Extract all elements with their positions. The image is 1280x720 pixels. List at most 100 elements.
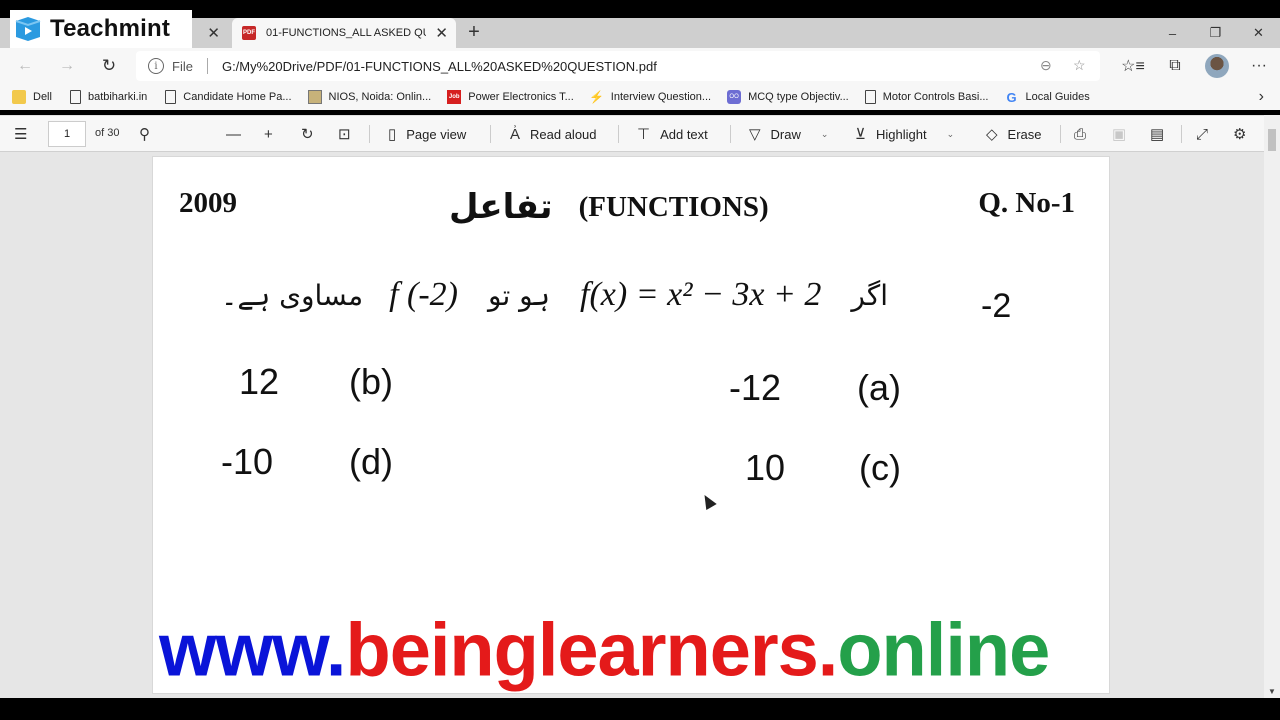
mcq-icon: OO [727,90,742,104]
tab-strip: ✕ PDF 01-FUNCTIONS_ALL ASKED QUESTION.pd… [0,18,1280,48]
chevron-right-icon[interactable]: › [1259,88,1264,106]
erase-button[interactable]: ◇ Erase [986,116,1042,152]
reload-button[interactable]: ↻ [96,54,122,78]
bookmark-label: Power Electronics T... [468,91,574,103]
highlight-button[interactable]: ⊻ Highlight ⌄ [855,116,954,152]
info-icon[interactable]: i [148,58,164,74]
page-number-input[interactable]: 1 [48,121,86,147]
divider [490,125,491,143]
minus-icon: — [226,125,241,143]
back-button[interactable]: ← [12,54,38,78]
collections-icon[interactable]: ⧉ [1154,48,1196,84]
fit-page-button[interactable]: ⊡ [338,116,361,152]
doc-year: 2009 [179,187,237,219]
title-urdu: تفاعل [449,187,553,227]
rotate-button[interactable]: ↻ [301,116,324,152]
read-aloud-button[interactable]: A͗ Read aloud [510,116,597,152]
zoom-in-button[interactable]: + [264,116,283,152]
question-urdu-start: اگر [851,278,888,312]
option-a-value: -12 [729,367,782,408]
chevron-down-icon[interactable]: ⌄ [821,129,829,140]
bookmark-local-guides[interactable]: G Local Guides [1005,90,1090,105]
pdf-toolbar: ☰ 1 of 30 ⚲ — + ↻ ⊡ ▯ Page view A͗ Read al… [0,115,1280,152]
doc-title: تفاعل (FUNCTIONS) [449,187,769,227]
job-icon: Job [447,90,462,104]
image-icon [307,90,322,104]
option-d-label: (d) [349,441,393,482]
bookmark-batbiharki[interactable]: batbiharki.in [69,90,148,104]
pdf-page: 2009 تفاعل (FUNCTIONS) Q. No-1 مساوی ہے۔… [152,156,1110,694]
question-number-value: 2 [992,287,1012,325]
banner-part-domain: beinglearners. [345,606,839,692]
draw-label: Draw [770,126,801,142]
bookmark-motor-controls[interactable]: Motor Controls Basi... [864,90,989,104]
teachmint-logo-icon [15,17,41,41]
vertical-scrollbar[interactable]: ▲ ▼ [1264,115,1280,698]
settings-button[interactable]: ⚙ [1233,116,1256,152]
close-window-button[interactable]: ✕ [1237,18,1280,48]
minimize-button[interactable]: – [1151,18,1194,48]
avatar [1205,54,1229,78]
question-text: مساوی ہے۔ f (-2) ہو تو f(x) = x² − 3x + … [221,265,1041,325]
bookmark-label: Local Guides [1025,91,1090,103]
eraser-icon: ◇ [986,126,998,143]
bookmark-label: batbiharki.in [87,91,148,103]
scroll-down-icon[interactable]: ▼ [1268,687,1276,696]
bookmark-label: Dell [33,91,52,103]
close-tab-icon[interactable]: ✕ [435,24,448,42]
tab-title: 01-FUNCTIONS_ALL ASKED QUESTION.pdf [266,27,426,39]
banner-part-tld: online [837,606,1050,692]
page-icon [165,90,177,104]
scrollbar-thumb[interactable] [1268,129,1276,151]
bookmark-candidate-home[interactable]: Candidate Home Pa... [165,90,292,104]
divider [1181,125,1182,143]
highlight-label: Highlight [875,126,927,142]
question-number: -2 [981,287,1012,325]
save-button[interactable]: ▣ [1112,116,1136,152]
close-tab-icon[interactable]: ✕ [207,24,220,42]
favorites-icon[interactable]: ☆≡ [1112,48,1154,84]
option-b-value: 12 [239,361,280,402]
add-favorite-icon[interactable]: ☆ [1073,57,1086,74]
zoom-out-icon[interactable]: ⊖ [1040,57,1052,74]
bookmark-dell[interactable]: Dell [12,90,52,104]
save-as-button[interactable]: ▤ [1150,116,1174,152]
option-c-value: 10 [745,447,786,488]
zoom-out-button[interactable]: — [226,116,251,152]
new-tab-button[interactable]: + [462,21,486,44]
read-aloud-label: Read aloud [530,126,597,142]
draw-button[interactable]: ▽ Draw ⌄ [749,116,828,152]
add-text-button[interactable]: ⊤ Add text [637,116,708,152]
chevron-down-icon[interactable]: ⌄ [947,129,955,140]
address-bar[interactable]: i File G:/My%20Drive/PDF/01-FUNCTIONS_AL… [136,51,1100,81]
teachmint-overlay: Teachmint [10,10,192,48]
url-text[interactable]: G:/My%20Drive/PDF/01-FUNCTIONS_ALL%20ASK… [222,59,657,74]
more-menu-icon[interactable]: ··· [1238,48,1280,84]
bookmark-nios[interactable]: NIOS, Noida: Onlin... [307,90,431,104]
profile-button[interactable] [1196,48,1238,84]
question-function: f(x) = x² − 3x + 2 [580,276,822,313]
bolt-icon: ⚡ [589,90,605,104]
bookmark-mcq[interactable]: OO MCQ type Objectiv... [727,90,849,104]
search-button[interactable]: ⚲ [139,116,160,152]
pen-icon: ▽ [749,126,761,143]
fullscreen-button[interactable]: ⤢ [1196,116,1218,152]
restore-button[interactable]: ❐ [1194,18,1237,48]
question-f-arg: f (-2) [389,276,458,313]
highlighter-icon: ⊻ [855,126,866,143]
page-view-button[interactable]: ▯ Page view [388,116,466,152]
bookmark-interview[interactable]: ⚡ Interview Question... [589,90,711,104]
tab-active-pdf[interactable]: PDF 01-FUNCTIONS_ALL ASKED QUESTION.pdf … [232,18,456,48]
plus-icon: + [264,125,273,143]
printer-icon: ⎙ [1074,125,1087,143]
address-row: ← → ↻ i File G:/My%20Drive/PDF/01-FUNCTI… [0,48,1280,84]
table-of-contents-button[interactable]: ☰ [14,116,37,152]
print-button[interactable]: ⎙ [1074,116,1096,152]
option-c-label: (c) [859,447,901,488]
bookmarks-bar: Dell batbiharki.in Candidate Home Pa... … [0,84,1280,110]
total-pages-label: of 30 [95,127,120,139]
bookmark-power-electronics[interactable]: Job Power Electronics T... [447,90,574,104]
forward-button[interactable]: → [54,54,80,78]
option-a-label: (a) [857,367,901,408]
question-urdu-mid: ہو تو [488,278,551,312]
